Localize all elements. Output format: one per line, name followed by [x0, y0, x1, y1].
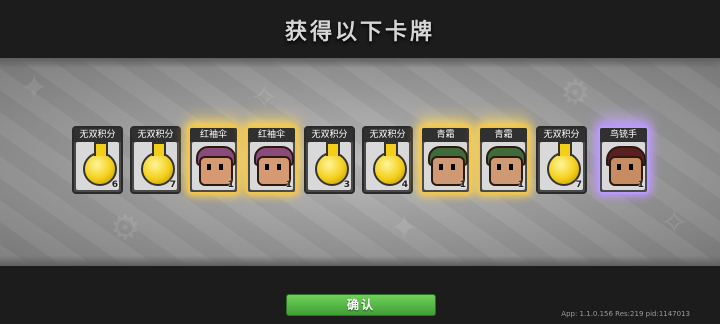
confirm-button[interactable]: 确认	[286, 294, 436, 316]
card-count: 1	[517, 180, 524, 190]
card-count: 7	[169, 180, 176, 190]
card-count: 4	[401, 180, 408, 190]
background-emblem-icon: ⚙	[560, 73, 591, 113]
hero-eye-icon	[265, 164, 269, 170]
hero-eye-icon	[439, 164, 443, 170]
reward-title: 获得以下卡牌	[284, 20, 435, 45]
card-name: 无双积分	[306, 128, 353, 142]
reward-card-row: 无双积分 6 无双积分 7 红袖伞 1 红袖伞 1 无双积分 3 无双积分 4 …	[0, 126, 720, 196]
hero-eye-icon	[207, 164, 211, 170]
card-count: 3	[343, 180, 350, 190]
card-count: 7	[575, 180, 582, 190]
background-emblem-icon: ✦	[390, 208, 419, 248]
reward-card[interactable]: 无双积分 3	[304, 126, 355, 194]
card-count: 6	[111, 180, 118, 190]
background-emblem-icon: ✧	[660, 203, 689, 243]
hero-eye-icon	[277, 164, 281, 170]
reward-card[interactable]: 青霜 1	[478, 126, 529, 194]
card-name: 鸟铳手	[600, 128, 647, 142]
reward-card[interactable]: 鸟铳手 1	[598, 126, 649, 194]
hero-eye-icon	[629, 164, 633, 170]
card-name: 红袖伞	[190, 128, 237, 142]
card-name: 无双积分	[74, 128, 121, 142]
card-name: 红袖伞	[248, 128, 295, 142]
reward-card[interactable]: 红袖伞 1	[246, 126, 297, 194]
hero-eye-icon	[617, 164, 621, 170]
card-count: 1	[637, 180, 644, 190]
card-count: 1	[285, 180, 292, 190]
background-emblem-icon: ⚙	[110, 208, 141, 248]
reward-card[interactable]: 无双积分 7	[130, 126, 181, 194]
hero-eye-icon	[219, 164, 223, 170]
reward-card[interactable]: 青霜 1	[420, 126, 471, 194]
card-name: 无双积分	[132, 128, 179, 142]
reward-card[interactable]: 无双积分 7	[536, 126, 587, 194]
card-name: 青霜	[422, 128, 469, 142]
card-name: 青霜	[480, 128, 527, 142]
card-name: 无双积分	[538, 128, 585, 142]
reward-card[interactable]: 红袖伞 1	[188, 126, 239, 194]
version-info: App: 1.1.0.156 Res:219 pid:1147013	[561, 310, 690, 318]
hero-eye-icon	[497, 164, 501, 170]
card-count: 1	[459, 180, 466, 190]
reward-card[interactable]: 无双积分 6	[72, 126, 123, 194]
hero-eye-icon	[509, 164, 513, 170]
reward-card[interactable]: 无双积分 4	[362, 126, 413, 194]
card-name: 无双积分	[364, 128, 411, 142]
card-count: 1	[227, 180, 234, 190]
hero-eye-icon	[451, 164, 455, 170]
background-emblem-icon: ✧	[250, 78, 279, 118]
background-emblem-icon: ✦	[20, 68, 49, 108]
